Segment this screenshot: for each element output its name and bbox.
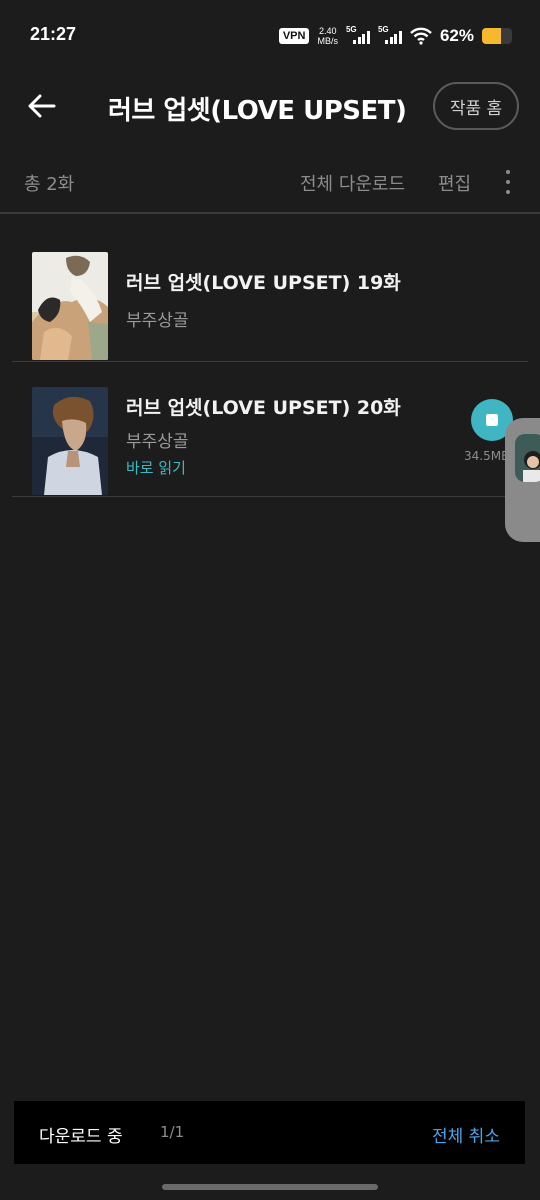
signal-icon: 5G [346,25,370,46]
stop-icon [486,414,498,426]
divider [12,361,528,362]
network-speed: 2.40 MB/s [317,26,338,46]
download-count: 1/1 [160,1123,185,1141]
episode-thumbnail [32,252,108,360]
episode-item[interactable]: 러브 업셋(LOVE UPSET) 20화 부주상골 바로 읽기 34.5MB [12,375,528,497]
edit-button[interactable]: 편집 [438,170,471,196]
page-title: 러브 업셋(LOVE UPSET) [108,96,407,126]
episode-title: 러브 업셋(LOVE UPSET) 19화 [126,272,401,294]
status-time: 21:27 [30,24,77,44]
back-button[interactable] [22,86,62,126]
floating-bubble[interactable] [505,418,540,542]
battery-percent: 62% [439,26,474,45]
download-status-label: 다운로드 중 [39,1127,123,1147]
episode-item[interactable]: 러브 업셋(LOVE UPSET) 19화 부주상골 [12,240,528,362]
divider [12,496,528,497]
network-speed-unit: MB/s [317,36,338,46]
floating-bubble-avatar [515,434,540,482]
read-now-link[interactable]: 바로 읽기 [126,457,186,478]
episode-title: 러브 업셋(LOVE UPSET) 20화 [126,397,401,419]
more-options-button[interactable] [498,168,518,196]
battery-icon [482,28,512,44]
work-home-button[interactable]: 작품 홈 [433,82,519,130]
home-indicator[interactable] [162,1184,378,1190]
file-size: 34.5MB [464,449,510,463]
episode-thumbnail [32,387,108,495]
download-status-bar: 다운로드 중 1/1 전체 취소 [14,1101,525,1164]
divider [0,212,540,214]
signal-icon: 5G [378,25,402,46]
status-bar: 21:27 VPN 2.40 MB/s 5G 5G 62% [0,0,540,72]
wifi-icon [410,27,432,45]
list-toolbar: 총 2화 전체 다운로드 편집 [0,152,540,212]
status-icons: VPN 2.40 MB/s 5G 5G 62% [278,22,512,50]
network-speed-value: 2.40 [318,26,337,36]
download-all-button[interactable]: 전체 다운로드 [300,170,405,196]
cancel-all-button[interactable]: 전체 취소 [432,1122,500,1147]
episode-author: 부주상골 [126,432,189,452]
episode-author: 부주상골 [126,311,189,331]
app-header: 러브 업셋(LOVE UPSET) 작품 홈 [0,72,540,144]
more-vert-icon [506,170,510,174]
vpn-badge: VPN [278,28,310,44]
episode-count: 총 2화 [24,174,75,195]
arrow-left-icon [28,94,56,118]
